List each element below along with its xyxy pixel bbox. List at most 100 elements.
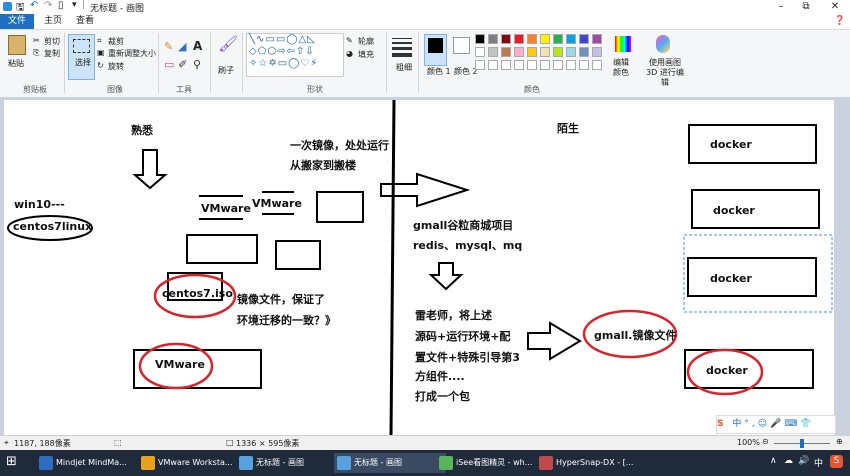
palette-swatch[interactable] [501, 47, 511, 57]
help-icon[interactable]: ❓ [834, 16, 845, 26]
palette-swatch-empty[interactable] [566, 60, 576, 70]
taskbar-item-mindjet[interactable]: Mindjet MindMa... [36, 453, 148, 473]
eraser-icon[interactable]: ▭ [164, 58, 174, 71]
copy-button[interactable]: 复制 [44, 48, 60, 59]
zoom-out-icon[interactable]: ⊝ [762, 437, 769, 446]
zoom-in-icon[interactable]: ⊕ [836, 437, 843, 446]
sogou-tray-icon[interactable]: S [830, 455, 843, 468]
palette-swatch-empty[interactable] [540, 60, 550, 70]
tray-volume-icon[interactable]: 🔊 [798, 456, 809, 466]
customize-qat-icon[interactable]: ▾ [72, 0, 77, 10]
text-icon[interactable]: A [193, 39, 202, 53]
palette-swatch-empty[interactable] [501, 60, 511, 70]
fill-shape-button[interactable]: 填充 [358, 49, 374, 60]
tab-home[interactable]: 主页 [36, 14, 70, 29]
taskbar-item-paint-2[interactable]: 无标题 - 画图 [334, 453, 446, 473]
palette-swatch[interactable] [579, 47, 589, 57]
pencil-icon[interactable]: ✎ [164, 40, 173, 53]
copy-icon[interactable]: ⎘ [33, 48, 39, 58]
palette-swatch[interactable] [475, 34, 485, 44]
palette-swatch[interactable] [579, 34, 589, 44]
palette-swatch[interactable] [527, 47, 537, 57]
magnifier-icon[interactable]: ⚲ [193, 58, 201, 71]
paint-icon [337, 456, 351, 470]
palette-swatch[interactable] [501, 34, 511, 44]
palette-swatch-empty[interactable] [475, 60, 485, 70]
crop-icon[interactable]: ⌗ [97, 36, 102, 46]
tab-file[interactable]: 文件 [0, 14, 35, 29]
select-button[interactable]: 选择 [68, 34, 95, 80]
palette-swatch[interactable] [475, 47, 485, 57]
rotate-button[interactable]: 旋转 [108, 61, 124, 72]
edit-colors-icon[interactable] [615, 36, 631, 52]
palette-swatch[interactable] [592, 47, 602, 57]
maximize-icon[interactable]: ⧉ [795, 0, 817, 14]
edit-colors-button[interactable]: 编辑颜色 [613, 58, 633, 78]
taskbar-item-hypersnap[interactable]: HyperSnap-DX - [... [536, 453, 648, 473]
tray-network-icon[interactable]: ☁ [784, 456, 793, 466]
palette-swatch[interactable] [566, 47, 576, 57]
color1-button[interactable] [424, 34, 447, 66]
label-centos-iso: centos7.iso [162, 287, 233, 300]
paint3d-button[interactable]: 使用画图 3D 进行编辑 [644, 58, 686, 88]
taskbar-item-isee[interactable]: iSee看图精灵 - wh... [436, 453, 548, 473]
palette-swatch-empty[interactable] [514, 60, 524, 70]
taskbar-item-paint-1[interactable]: 无标题 - 画图 [236, 453, 348, 473]
shapes-gallery[interactable]: ╲∿▭▭◯△◺ ◇⬠⬡⇨⇦⇧⇩ ✧☆✡▭◯♡⚡ [246, 33, 344, 77]
minimize-icon[interactable]: – [770, 0, 792, 14]
zoom-level: 100% [737, 438, 760, 447]
color2-button[interactable] [453, 37, 470, 54]
label-lei1: 雷老师，将上述 [415, 309, 492, 322]
undo-icon[interactable]: ↶ [30, 0, 38, 11]
paste-button[interactable]: 粘贴 [8, 58, 24, 69]
palette-swatch[interactable] [540, 47, 550, 57]
outline-icon[interactable]: ✎ [346, 36, 353, 45]
ribbon-separator [242, 33, 243, 93]
palette-swatch-empty[interactable] [553, 60, 563, 70]
taskbar: ⊞ Mindjet MindMa... VMware Worksta... 无标… [0, 450, 850, 476]
fill-icon[interactable]: ◢ [178, 40, 186, 53]
zoom-slider-thumb[interactable] [800, 439, 804, 448]
palette-swatch[interactable] [488, 34, 498, 44]
tray-chevron-icon[interactable]: ∧ [770, 456, 777, 466]
palette-swatch[interactable] [527, 34, 537, 44]
palette-swatch[interactable] [488, 47, 498, 57]
paint3d-icon[interactable] [656, 35, 670, 53]
cut-icon[interactable]: ✂ [33, 36, 40, 45]
tab-view[interactable]: 查看 [68, 14, 102, 29]
drawing-canvas[interactable]: 熟悉 陌生 一次镜像，处处运行 从搬家到搬楼 win10--- centos7l… [4, 100, 836, 446]
palette-swatch-empty[interactable] [592, 60, 602, 70]
taskbar-label: iSee看图精灵 - wh... [456, 458, 533, 467]
crop-button[interactable]: 裁剪 [108, 36, 124, 47]
palette-swatch[interactable] [553, 34, 563, 44]
palette-swatch-empty[interactable] [579, 60, 589, 70]
palette-swatch[interactable] [592, 34, 602, 44]
brushes-label: 刷子 [218, 66, 234, 75]
paste-icon[interactable] [8, 35, 26, 55]
ime-indicator[interactable]: 中 [814, 456, 823, 469]
resize-icon[interactable]: ▣ [97, 48, 105, 57]
palette-swatch[interactable] [566, 34, 576, 44]
color-picker-icon[interactable]: ✐ [178, 58, 187, 71]
taskbar-item-vmware[interactable]: VMware Worksta... [138, 453, 250, 473]
ime-toolbar[interactable]: S 中°,☺🎤⌨👕⬆▦ [716, 415, 836, 446]
rotate-icon[interactable]: ↻ [97, 61, 104, 70]
close-icon[interactable]: ✕ [824, 0, 846, 14]
size-button[interactable] [392, 36, 412, 60]
color1-swatch [428, 38, 443, 53]
cut-button[interactable]: 剪切 [44, 36, 60, 47]
palette-swatch-empty[interactable] [527, 60, 537, 70]
start-icon[interactable]: ⊞ [6, 454, 20, 469]
palette-swatch[interactable] [514, 34, 524, 44]
palette-swatch[interactable] [553, 47, 563, 57]
redo-icon[interactable]: ↷ [44, 0, 52, 11]
palette-swatch[interactable] [514, 47, 524, 57]
outline-button[interactable]: 轮廓 [358, 36, 374, 47]
palette-swatch-empty[interactable] [488, 60, 498, 70]
brushes-button[interactable]: 🖌 [216, 34, 238, 60]
new-file-icon[interactable]: ▯ [58, 0, 64, 11]
fill-shape-icon[interactable]: ◕ [346, 49, 353, 58]
ime-mode-icon[interactable]: 中 [732, 419, 744, 429]
resize-button[interactable]: 重新调整大小 [108, 48, 156, 59]
palette-swatch[interactable] [540, 34, 550, 44]
